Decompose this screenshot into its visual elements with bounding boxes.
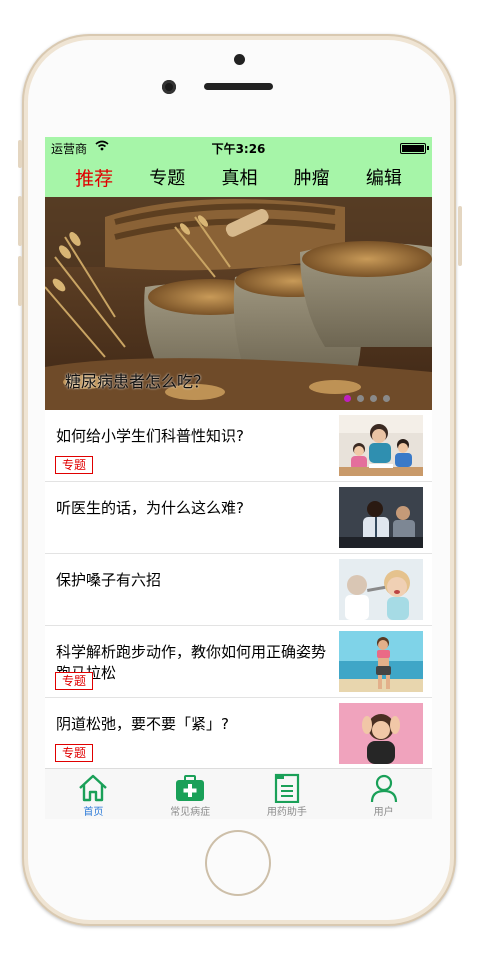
carousel-dot[interactable]: [383, 395, 390, 402]
nav-item-3[interactable]: 用户: [335, 769, 432, 819]
article-title: 听医生的话，为什么这么难?: [56, 499, 244, 517]
category-tabs: 推荐 专题 真相 肿瘤 编辑: [45, 157, 432, 197]
front-camera: [162, 80, 176, 94]
status-bar: 运营商 下午3:26: [45, 137, 432, 157]
nav-label: 常见病症: [170, 807, 211, 818]
home-icon: [77, 773, 109, 803]
article-row[interactable]: 如何给小学生们科普性知识? 专题: [45, 410, 432, 482]
banner-caption: 糖尿病患者怎么吃？: [65, 372, 210, 391]
article-thumbnail: [339, 415, 423, 476]
article-thumbnail: [339, 559, 423, 620]
article-row[interactable]: 阴道松弛，要不要「紧」? 专题: [45, 698, 432, 770]
battery-icon: [400, 143, 426, 154]
user-icon: [368, 773, 400, 803]
nav-label: 用药助手: [266, 807, 307, 818]
topic-tag: 专题: [55, 744, 94, 762]
volume-down-button: [18, 256, 22, 306]
article-row[interactable]: 听医生的话，为什么这么难?: [45, 482, 432, 554]
article-title: 阴道松弛，要不要「紧」?: [56, 715, 229, 733]
mute-switch: [18, 140, 22, 168]
article-title: 科学解析跑步动作，教你如何用正确姿势跑马拉松: [56, 643, 327, 682]
carousel-dot[interactable]: [357, 395, 364, 402]
article-row[interactable]: 科学解析跑步动作，教你如何用正确姿势跑马拉松专题: [45, 626, 432, 698]
nav-item-1[interactable]: 常见病症: [142, 769, 239, 819]
volume-up-button: [18, 196, 22, 246]
article-title: 保护嗓子有六招: [56, 571, 162, 589]
earpiece-speaker: [204, 83, 273, 90]
power-button: [458, 206, 462, 266]
app-screen: 运营商 下午3:26 推荐 专题 真相 肿瘤 编辑 糖尿病患者怎么吃？ 如何给小…: [45, 137, 432, 819]
tab-3[interactable]: 肿瘤: [294, 164, 330, 190]
home-button[interactable]: [205, 830, 271, 896]
proximity-sensor: [234, 54, 245, 65]
article-row[interactable]: 保护嗓子有六招: [45, 554, 432, 626]
article-thumbnail: [339, 487, 423, 548]
carousel-dot[interactable]: [344, 395, 351, 402]
topic-tag: 专题: [55, 672, 94, 690]
carousel-dot[interactable]: [370, 395, 377, 402]
tab-4[interactable]: 编辑: [366, 164, 402, 190]
tab-1[interactable]: 专题: [149, 164, 185, 190]
banner-carousel[interactable]: 糖尿病患者怎么吃？: [45, 197, 432, 410]
battery-tip: [427, 146, 429, 150]
tab-0[interactable]: 推荐: [75, 164, 113, 191]
carousel-dots: [344, 395, 390, 402]
topic-tag: 专题: [55, 456, 94, 474]
nav-label: 用户: [373, 807, 394, 818]
tab-2[interactable]: 真相: [221, 164, 257, 190]
article-thumbnail: [339, 703, 423, 764]
article-title: 如何给小学生们科普性知识?: [56, 427, 244, 445]
document-list-icon: [271, 773, 303, 804]
status-time: 下午3:26: [211, 142, 266, 156]
article-thumbnail: [339, 631, 423, 692]
nav-item-0[interactable]: 首页: [45, 769, 142, 819]
article-list: 如何给小学生们科普性知识? 专题 听医生的话，为什么这么难? 保护嗓子有六招 科学解析跑…: [45, 410, 432, 770]
nav-item-2[interactable]: 用药助手: [239, 769, 336, 819]
medical-kit-icon: [174, 773, 206, 803]
bottom-tab-bar: 首页 常见病症 用药助手 用户: [45, 768, 432, 819]
nav-label: 首页: [83, 807, 104, 818]
